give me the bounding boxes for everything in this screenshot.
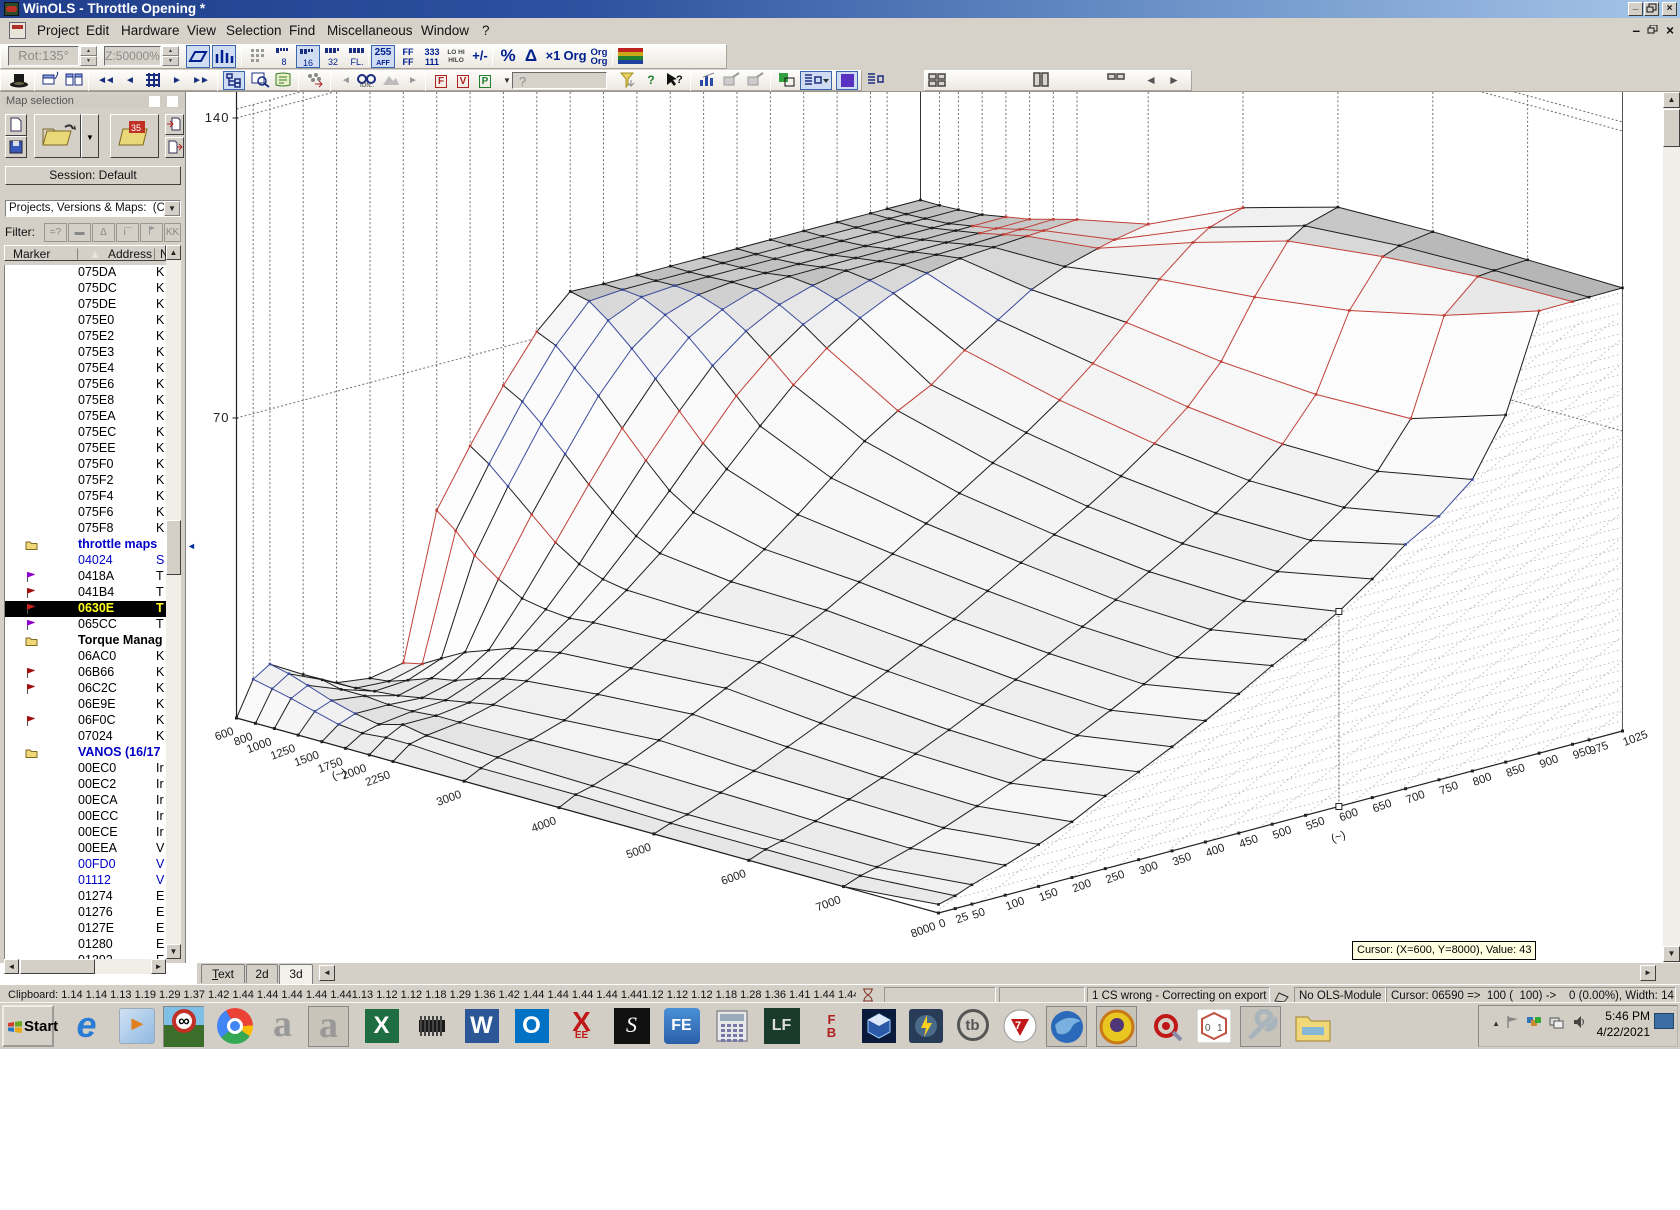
svg-text:7: 7 <box>1015 1020 1021 1032</box>
svg-text:140: 140 <box>205 110 230 125</box>
svg-text:70: 70 <box>213 410 229 425</box>
svg-text:35: 35 <box>131 123 141 133</box>
svg-text:1: 1 <box>1217 1023 1223 1034</box>
svg-text:ION..: ION.. <box>360 83 374 88</box>
svg-text:?: ? <box>676 74 683 86</box>
svg-text:0: 0 <box>1205 1023 1211 1034</box>
